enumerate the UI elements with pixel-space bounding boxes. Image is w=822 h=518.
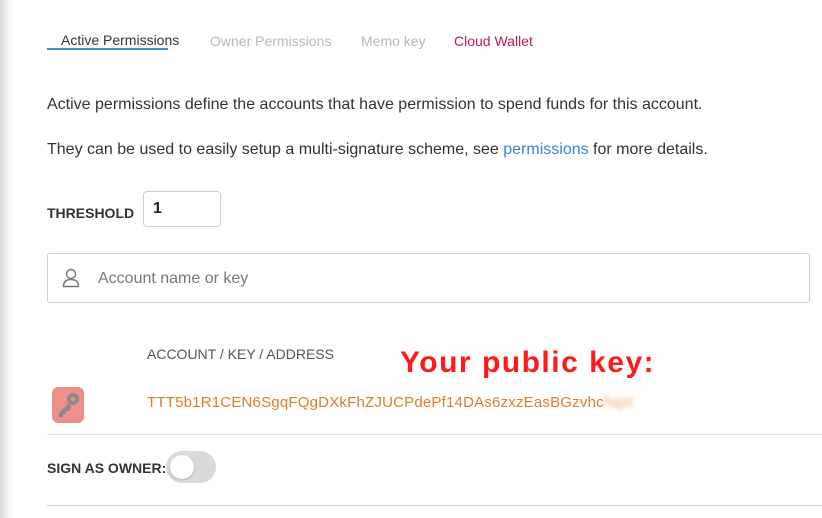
public-key-blurred: hqzt	[603, 394, 633, 411]
sign-as-owner-toggle[interactable]	[166, 451, 216, 483]
public-key-value[interactable]: TTT5b1R1CEN6SgqFQgDXkFhZJUCPdePf14DAs6zx…	[147, 394, 633, 411]
toggle-knob	[170, 455, 194, 479]
multisig-description-suffix: for more details.	[588, 141, 708, 158]
account-key-column-header: ACCOUNT / KEY / ADDRESS	[147, 346, 334, 362]
public-key-visible: TTT5b1R1CEN6SgqFQgDXkFhZJUCPdePf14DAs6zx…	[147, 394, 604, 411]
account-search-box[interactable]	[47, 253, 810, 303]
tab-memo-key[interactable]: Memo key	[347, 23, 440, 61]
user-icon	[62, 268, 80, 288]
account-search-input[interactable]	[96, 266, 780, 292]
key-icon	[52, 387, 84, 423]
tab-owner-permissions[interactable]: Owner Permissions	[196, 23, 345, 61]
row-divider	[47, 434, 822, 435]
threshold-input[interactable]	[143, 191, 221, 227]
bottom-divider	[47, 505, 822, 506]
tab-active-permissions[interactable]: Active Permissions	[47, 22, 179, 50]
tab-cloud-wallet[interactable]: Cloud Wallet	[440, 23, 547, 61]
active-permissions-description: Active permissions define the accounts t…	[47, 96, 703, 113]
multisig-description-prefix: They can be used to easily setup a multi…	[47, 141, 504, 158]
multisig-description: They can be used to easily setup a multi…	[47, 141, 708, 159]
sign-as-owner-label: SIGN AS OWNER:	[47, 460, 167, 476]
sidebar-edge-shadow	[0, 0, 14, 518]
threshold-label: THRESHOLD	[47, 205, 135, 221]
permissions-link[interactable]: permissions	[503, 141, 588, 158]
public-key-annotation: Your public key:	[400, 346, 656, 379]
